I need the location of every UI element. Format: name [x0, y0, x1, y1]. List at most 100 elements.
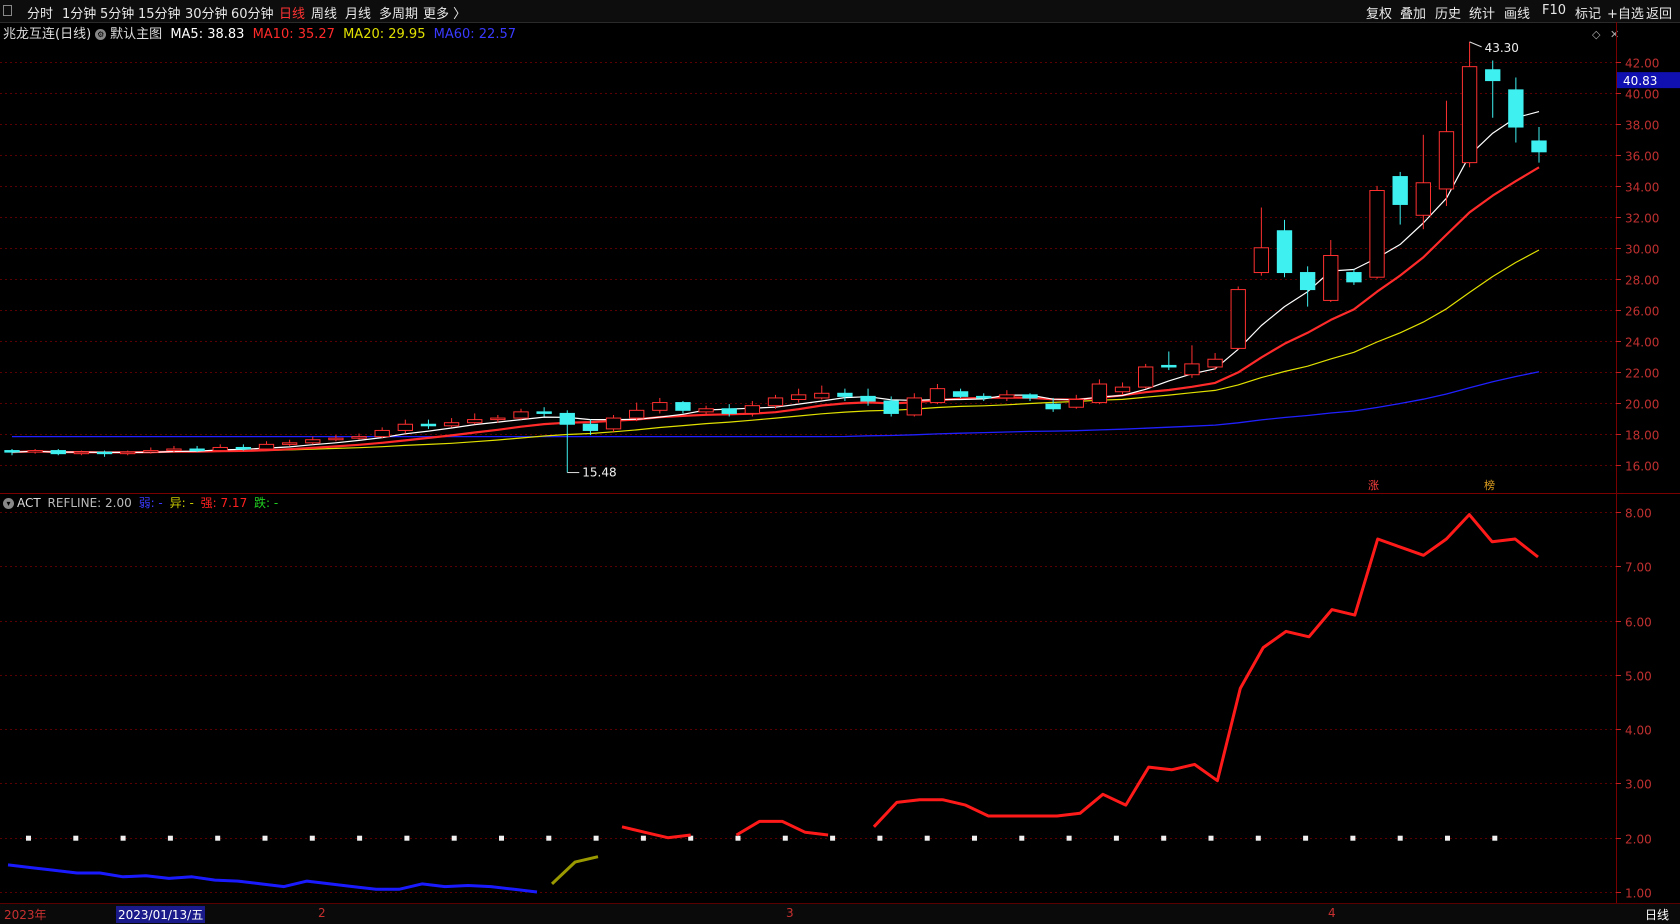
- candle-body-down: [860, 395, 876, 402]
- candle-body-down: [976, 395, 992, 399]
- candle-body-up: [999, 394, 1015, 399]
- bang-marker: 榜: [1484, 478, 1495, 492]
- price-tick-label: 40.00: [1625, 88, 1659, 102]
- price-tick-label: 32.00: [1625, 212, 1659, 226]
- candle-body-up: [1207, 358, 1223, 368]
- candle-body-down: [420, 423, 437, 427]
- candle-body-up: [281, 442, 298, 445]
- candle-body-down: [952, 391, 969, 397]
- refline-dot: [215, 835, 221, 841]
- candle-body-up: [1091, 383, 1108, 404]
- candle-body-down: [235, 446, 252, 450]
- candle-body-down: [1161, 364, 1177, 368]
- current-price-value: 40.83: [1623, 74, 1657, 88]
- refline-dot: [1492, 835, 1498, 841]
- refline-dot: [1445, 835, 1450, 841]
- zhang-marker: 涨: [1368, 479, 1379, 492]
- act-weak-line: [7, 863, 538, 894]
- price-tick-label: 34.00: [1625, 181, 1659, 195]
- candle-body-up: [1230, 289, 1246, 349]
- price-tick-label: 18.00: [1625, 429, 1659, 443]
- candle-body-up: [652, 402, 668, 411]
- price-tick-label: 24.00: [1625, 336, 1659, 350]
- price-tick-label: 42.00: [1625, 57, 1659, 71]
- candle-body-up: [1415, 182, 1431, 216]
- act-strong-line: [621, 513, 1539, 840]
- candle-body-up: [166, 448, 182, 452]
- refline-dot: [357, 835, 363, 841]
- candle-body-up: [143, 450, 159, 453]
- refline-dot: [830, 835, 836, 841]
- candle-body-up: [1068, 398, 1084, 408]
- candle-body-up: [698, 408, 714, 413]
- candle-body-up: [1461, 66, 1478, 164]
- candle-body-up: [513, 411, 529, 419]
- candle-body-up: [490, 417, 506, 421]
- refline-dot: [1208, 835, 1214, 841]
- price-tick-label: 22.00: [1625, 367, 1659, 381]
- refline-dot: [546, 835, 552, 841]
- candle-body-up: [906, 397, 922, 416]
- refline-dot: [924, 835, 930, 841]
- candle-body-up: [790, 394, 807, 400]
- refline-dot: [1303, 835, 1309, 841]
- refline-dot: [1019, 835, 1025, 841]
- refline-dot: [73, 835, 79, 841]
- refline-dot: [1066, 835, 1072, 841]
- month-label: 4: [1328, 906, 1336, 920]
- price-tick-label: 36.00: [1625, 150, 1659, 164]
- candle-body-down: [1045, 403, 1061, 410]
- candle-body-up: [814, 392, 830, 399]
- refline-dot: [735, 835, 741, 841]
- refline-dot: [26, 835, 31, 841]
- selected-date: 2023/01/13/五: [116, 906, 206, 923]
- candle-body-up: [929, 388, 946, 404]
- refline-dot: [782, 835, 788, 841]
- candle-body-down: [1485, 69, 1501, 82]
- candle-body-up: [629, 409, 645, 419]
- candle-body-up: [744, 405, 761, 414]
- act-tick-label: 6.00: [1625, 616, 1652, 630]
- refline-dot: [1255, 835, 1261, 841]
- high-pointer: [1469, 41, 1482, 48]
- refline-dot: [972, 835, 977, 841]
- ma10-line: [11, 166, 1540, 454]
- candle-body-down: [582, 423, 599, 431]
- candle-body-up: [305, 439, 321, 444]
- candle-body-up: [212, 446, 228, 452]
- price-tick-label: 20.00: [1625, 398, 1659, 412]
- price-tick-label: 38.00: [1625, 119, 1659, 133]
- candle-body-down: [189, 448, 205, 452]
- candle-body-down: [50, 450, 66, 455]
- candle-body-down: [559, 412, 575, 425]
- act-tick-label: 5.00: [1625, 670, 1652, 684]
- candle-body-down: [1392, 176, 1408, 205]
- candle-body-up: [1114, 386, 1131, 393]
- refline-dot: [309, 835, 315, 841]
- candle-body-up: [374, 429, 390, 438]
- candle-body-down: [837, 392, 853, 397]
- candle-body-up: [1253, 247, 1270, 274]
- candle-body-up: [1184, 363, 1200, 376]
- candle-body-down: [1531, 140, 1547, 153]
- candle-body-up: [1138, 366, 1154, 388]
- candle-body-up: [467, 419, 483, 424]
- price-tick-label: 26.00: [1625, 305, 1659, 319]
- refline-dot: [167, 835, 173, 841]
- refline-dot: [451, 835, 457, 841]
- candle-body-up: [1369, 190, 1385, 278]
- candle-body-up: [73, 451, 90, 455]
- candle-body-down: [883, 400, 899, 414]
- period-label[interactable]: 日线: [1645, 906, 1669, 923]
- act-tick-label: 1.00: [1625, 887, 1652, 901]
- act-tick-label: 7.00: [1625, 561, 1652, 575]
- chart-canvas[interactable]: 42.00 40.00 38.00 36.00 34.00 32.00 30.00 28.00…: [0, 0, 1680, 903]
- candle-body-down: [1022, 394, 1038, 399]
- candle-body-up: [258, 443, 275, 450]
- refline-dot: [499, 835, 504, 841]
- refline-dot: [404, 835, 410, 841]
- price-tick-label: 16.00: [1625, 460, 1659, 474]
- candle-body-down: [4, 450, 20, 453]
- candle-body-up: [767, 397, 784, 407]
- candle-body-up: [443, 422, 460, 427]
